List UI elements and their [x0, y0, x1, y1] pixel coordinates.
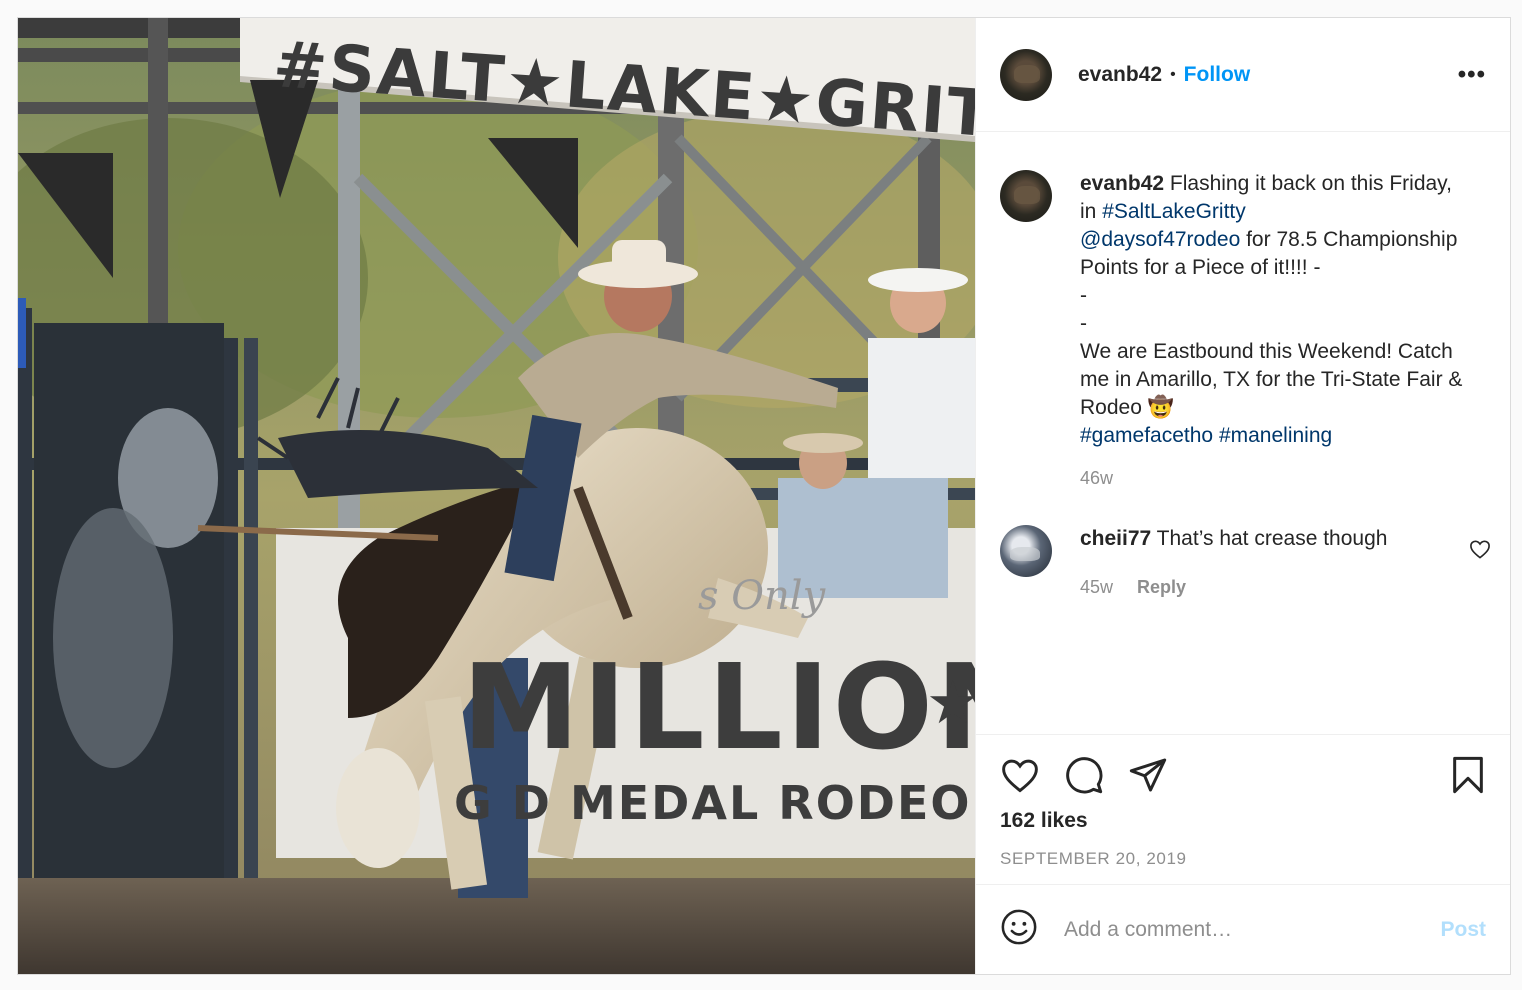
- banner-star-icon: ★: [926, 669, 975, 736]
- caption-text-part-2: for 78.5 Championship Points for a Piece…: [1080, 228, 1463, 419]
- caption-meta: 46w: [1080, 468, 1468, 489]
- post-actions: 162 likes SEPTEMBER 20, 2019: [976, 734, 1510, 884]
- commenter-avatar[interactable]: [1000, 525, 1052, 577]
- comment-bubble-icon[interactable]: [1064, 755, 1104, 795]
- rodeo-photo-illustration: [18, 18, 975, 974]
- emoji-smiley-icon[interactable]: [1000, 908, 1038, 951]
- caption: evanb42 Flashing it back on this Friday,…: [1000, 170, 1486, 489]
- caption-text: evanb42 Flashing it back on this Friday,…: [1080, 170, 1468, 450]
- post-card: #SALT★LAKE★GRITTY s Only MILLION ★ G D M…: [17, 17, 1511, 975]
- post-date[interactable]: SEPTEMBER 20, 2019: [1000, 849, 1486, 869]
- author-avatar[interactable]: [1000, 48, 1052, 101]
- comments-section: evanb42 Flashing it back on this Friday,…: [976, 132, 1510, 734]
- add-comment-bar: Post: [976, 884, 1510, 974]
- share-paper-plane-icon[interactable]: [1128, 755, 1168, 795]
- header-separator: •: [1170, 65, 1176, 83]
- hashtag-manelining[interactable]: #manelining: [1219, 424, 1332, 447]
- post-photo[interactable]: #SALT★LAKE★GRITTY s Only MILLION ★ G D M…: [18, 18, 975, 974]
- caption-author-avatar[interactable]: [1000, 170, 1052, 222]
- hashtag-saltlakegritty[interactable]: #SaltLakeGritty: [1102, 200, 1246, 223]
- reply-button[interactable]: Reply: [1137, 577, 1186, 598]
- post-header: evanb42 • Follow •••: [976, 18, 1510, 132]
- like-heart-icon[interactable]: [1000, 757, 1040, 793]
- comment-age[interactable]: 45w: [1080, 577, 1113, 598]
- add-comment-input[interactable]: [1064, 917, 1441, 942]
- save-bookmark-icon[interactable]: [1450, 755, 1486, 795]
- hashtag-gamefacetho[interactable]: #gamefacetho: [1080, 424, 1213, 447]
- comment-like-heart-icon[interactable]: [1469, 539, 1491, 564]
- comment-text: cheii77 That’s hat crease though: [1080, 525, 1468, 553]
- post-side-panel: evanb42 • Follow ••• evanb42 Flashing it…: [975, 18, 1510, 974]
- banner-small-text: G D MEDAL RODEO: [454, 776, 972, 830]
- caption-username[interactable]: evanb42: [1080, 172, 1164, 195]
- post-comment-button[interactable]: Post: [1440, 918, 1486, 942]
- likes-count[interactable]: 162 likes: [1000, 809, 1486, 833]
- author-username[interactable]: evanb42: [1078, 63, 1162, 87]
- commenter-username[interactable]: cheii77: [1080, 527, 1151, 550]
- comment-meta: 45w Reply: [1080, 577, 1468, 598]
- comment-item: cheii77 That’s hat crease though 45w Rep…: [1000, 525, 1490, 598]
- mention-daysof47rodeo[interactable]: @daysof47rodeo: [1080, 228, 1240, 251]
- banner-script-text: s Only: [698, 573, 826, 619]
- more-options-icon[interactable]: •••: [1458, 62, 1486, 87]
- action-icons: [1000, 755, 1486, 795]
- comment-body: That’s hat crease though: [1151, 527, 1388, 550]
- caption-age[interactable]: 46w: [1080, 468, 1113, 489]
- follow-button[interactable]: Follow: [1184, 63, 1251, 87]
- banner-big-text: MILLION: [462, 638, 975, 776]
